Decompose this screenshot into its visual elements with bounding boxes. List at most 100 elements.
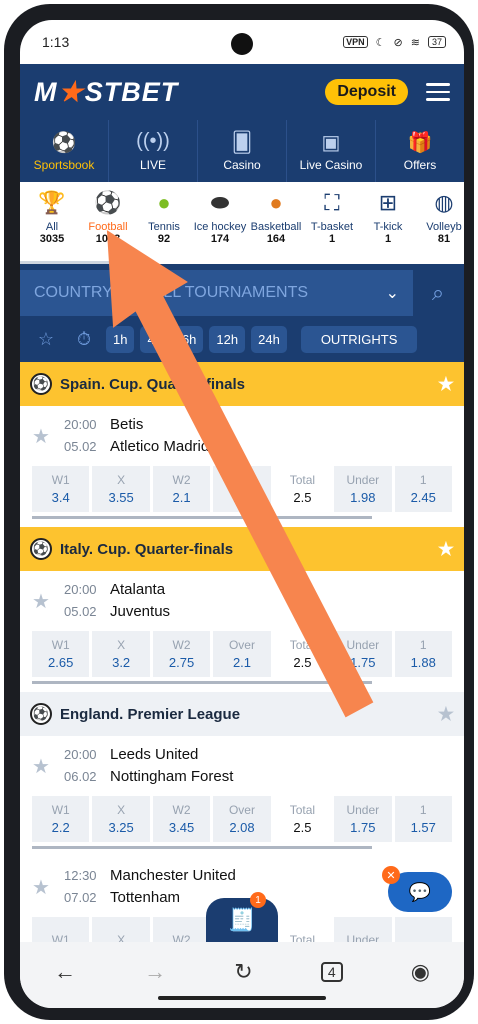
odd-x[interactable]: X 3.2 (92, 631, 150, 677)
football-icon: ⚽ (30, 373, 52, 395)
home-team: Leeds United (110, 746, 199, 763)
odd-1[interactable]: 1 1.57 (394, 796, 452, 842)
favorite-star-icon[interactable]: ★ (32, 754, 64, 779)
outrights-button[interactable]: OUTRIGHTS (300, 325, 418, 353)
sport-volleyball[interactable]: ◍ Volleyb 81 (416, 188, 464, 264)
odd-x[interactable]: X 3.25 (92, 796, 150, 842)
odd-w1[interactable]: W1 2.65 (32, 631, 90, 677)
nav-live-casino[interactable]: ▣ Live Casino (287, 120, 376, 182)
home-team: Betis (110, 416, 144, 433)
odds-row: W1 3.4 X 3.55 W2 2.1 Over 1.8 Total 2.5 Under… (32, 466, 452, 512)
sport-ice-hockey[interactable]: ⬬ Ice hockey 174 (192, 188, 248, 264)
favorite-star-icon[interactable]: ★ (32, 589, 64, 614)
odd-total: Total 2.5 (273, 466, 332, 512)
country-tournament-select[interactable]: COUNTRY 🏆 ALL TOURNAMENTS ⌄ (20, 270, 413, 316)
sport-basketball[interactable]: ● Basketball 164 (248, 188, 304, 264)
nav-live[interactable]: ((•)) LIVE (109, 120, 198, 182)
nav-offers[interactable]: 🎁 Offers (376, 120, 464, 182)
phone-frame: 1:13 VPN ☾ ⊘ ≋ 37 M ★ STBET Deposit ⚽ Sp… (4, 4, 474, 1020)
sport-t-basket[interactable]: ⛶ T-basket 1 (304, 188, 360, 264)
away-team: Atletico Madrid (110, 438, 210, 455)
odds-scroll-indicator (32, 681, 372, 684)
mostbet-logo[interactable]: M ★ STBET (34, 77, 178, 108)
favorite-star-icon[interactable]: ★ (32, 875, 64, 900)
favorite-star-icon[interactable]: ★ (438, 374, 454, 395)
reload-icon[interactable]: ↻ (234, 959, 252, 985)
odd-under[interactable]: Under 1.75 (334, 796, 392, 842)
betslip-button[interactable]: 🧾 1 (206, 892, 278, 942)
live-signal-icon: ((•)) (136, 130, 170, 152)
close-icon[interactable]: ✕ (382, 866, 400, 884)
odd-w1[interactable]: W1 2.2 (32, 796, 90, 842)
favorite-star-icon[interactable]: ★ (438, 704, 454, 725)
odd-w2[interactable]: W2 3.45 (152, 796, 211, 842)
league-header[interactable]: ⚽ England. Premier League ★ (20, 692, 464, 736)
moon-icon: ☾ (375, 36, 386, 49)
football-icon: ⚽ (30, 538, 52, 560)
odd-w2[interactable]: W2 2.1 (152, 466, 211, 512)
odd-w1[interactable]: W1 3.4 (32, 466, 90, 512)
soccer-ball-icon: ⚽ (51, 132, 77, 154)
football-icon: ⚽ (94, 190, 122, 215)
league-header[interactable]: ⚽ Spain. Cup. Quarter-finals ★ (20, 362, 464, 406)
away-team: Nottingham Forest (110, 768, 234, 785)
odd-under[interactable]: Under 1.98 (334, 466, 392, 512)
tabs-icon[interactable]: 4 (320, 962, 343, 982)
menu-icon[interactable] (426, 83, 450, 101)
match-card[interactable]: ★ 20:00 06.02 Leeds United Nottingham Fore… (20, 736, 464, 849)
app-header: M ★ STBET Deposit ⚽ Sportsbook ((•)) LIVE … (20, 64, 464, 182)
forward-arrow-icon[interactable]: → (144, 959, 166, 985)
odd-over[interactable]: Over 2.08 (213, 796, 271, 842)
favorites-star-icon[interactable]: ☆ (30, 329, 62, 350)
support-chat-button[interactable]: 💬 ✕ (382, 866, 452, 912)
status-time: 1:13 (42, 34, 70, 50)
favorite-star-icon[interactable]: ★ (438, 539, 454, 560)
odd-over[interactable]: Over 1.8 (213, 466, 271, 512)
odds-scroll-indicator (32, 516, 372, 519)
sport-all[interactable]: 🏆 All 3035 (24, 188, 80, 264)
odds-row: W1 2.65 X 3.2 W2 2.75 Over 2.1 Total 2.5 Unde… (32, 631, 452, 677)
home-team: Atalanta (110, 581, 166, 598)
time-chip-4h[interactable]: 4h (140, 325, 169, 353)
chevron-down-icon: ⌄ (385, 285, 399, 302)
match-card[interactable]: ★ 20:00 05.02 Betis Atletico Madrid W1 3.4 … (20, 406, 464, 519)
sport-tennis[interactable]: ● Tennis 92 (136, 188, 192, 264)
tennis-ball-icon: ● (157, 190, 171, 215)
profile-icon[interactable]: ◉ (411, 959, 430, 985)
odd-total: Total 2.5 (273, 796, 332, 842)
home-indicator (158, 996, 326, 1000)
t-kick-icon: ⊞ (378, 190, 398, 215)
time-chip-12h[interactable]: 12h (209, 325, 246, 353)
odd-w2[interactable]: W2 2.75 (152, 631, 211, 677)
odd-1[interactable]: 1 1.88 (394, 631, 452, 677)
basketball-icon: ● (269, 190, 283, 215)
time-chip-1h[interactable]: 1h (106, 325, 135, 353)
stopwatch-icon[interactable]: ⏱ (68, 329, 100, 350)
volleyball-icon: ◍ (434, 190, 454, 215)
live-casino-icon: ▣ (321, 132, 341, 154)
odd-under[interactable]: Under 1.75 (334, 631, 392, 677)
betslip-icon: 🧾 (228, 907, 256, 932)
favorite-star-icon[interactable]: ★ (32, 424, 64, 449)
odd-total: Total 2.5 (273, 631, 332, 677)
time-chip-6h[interactable]: 6h (174, 325, 204, 353)
back-arrow-icon[interactable]: ← (54, 959, 76, 985)
sport-scroll-indicator (20, 261, 120, 264)
match-card[interactable]: ★ 20:00 05.02 Atalanta Juventus W1 2.65 X 3.… (20, 571, 464, 684)
time-chip-24h[interactable]: 24h (251, 325, 287, 353)
odds-scroll-indicator (32, 846, 372, 849)
odd-x[interactable]: X 3.55 (92, 466, 150, 512)
nav-casino[interactable]: 🂠 Casino (198, 120, 287, 182)
gift-icon: 🎁 (407, 132, 433, 154)
odd-over[interactable]: Over 2.1 (213, 631, 271, 677)
main-nav: ⚽ Sportsbook ((•)) LIVE 🂠 Casino ▣ Live … (20, 120, 464, 182)
nav-sportsbook[interactable]: ⚽ Sportsbook (20, 120, 109, 182)
deposit-button[interactable]: Deposit (325, 79, 408, 105)
search-icon[interactable]: ⌕ (413, 280, 463, 306)
league-header[interactable]: ⚽ Italy. Cup. Quarter-finals ★ (20, 527, 464, 571)
home-team: Manchester United (110, 867, 236, 884)
status-icons: VPN ☾ ⊘ ≋ 37 (343, 36, 446, 49)
odd-1[interactable]: 1 2.45 (394, 466, 452, 512)
sport-t-kick[interactable]: ⊞ T-kick 1 (360, 188, 416, 264)
sport-football[interactable]: ⚽ Football 1003 (80, 188, 136, 264)
